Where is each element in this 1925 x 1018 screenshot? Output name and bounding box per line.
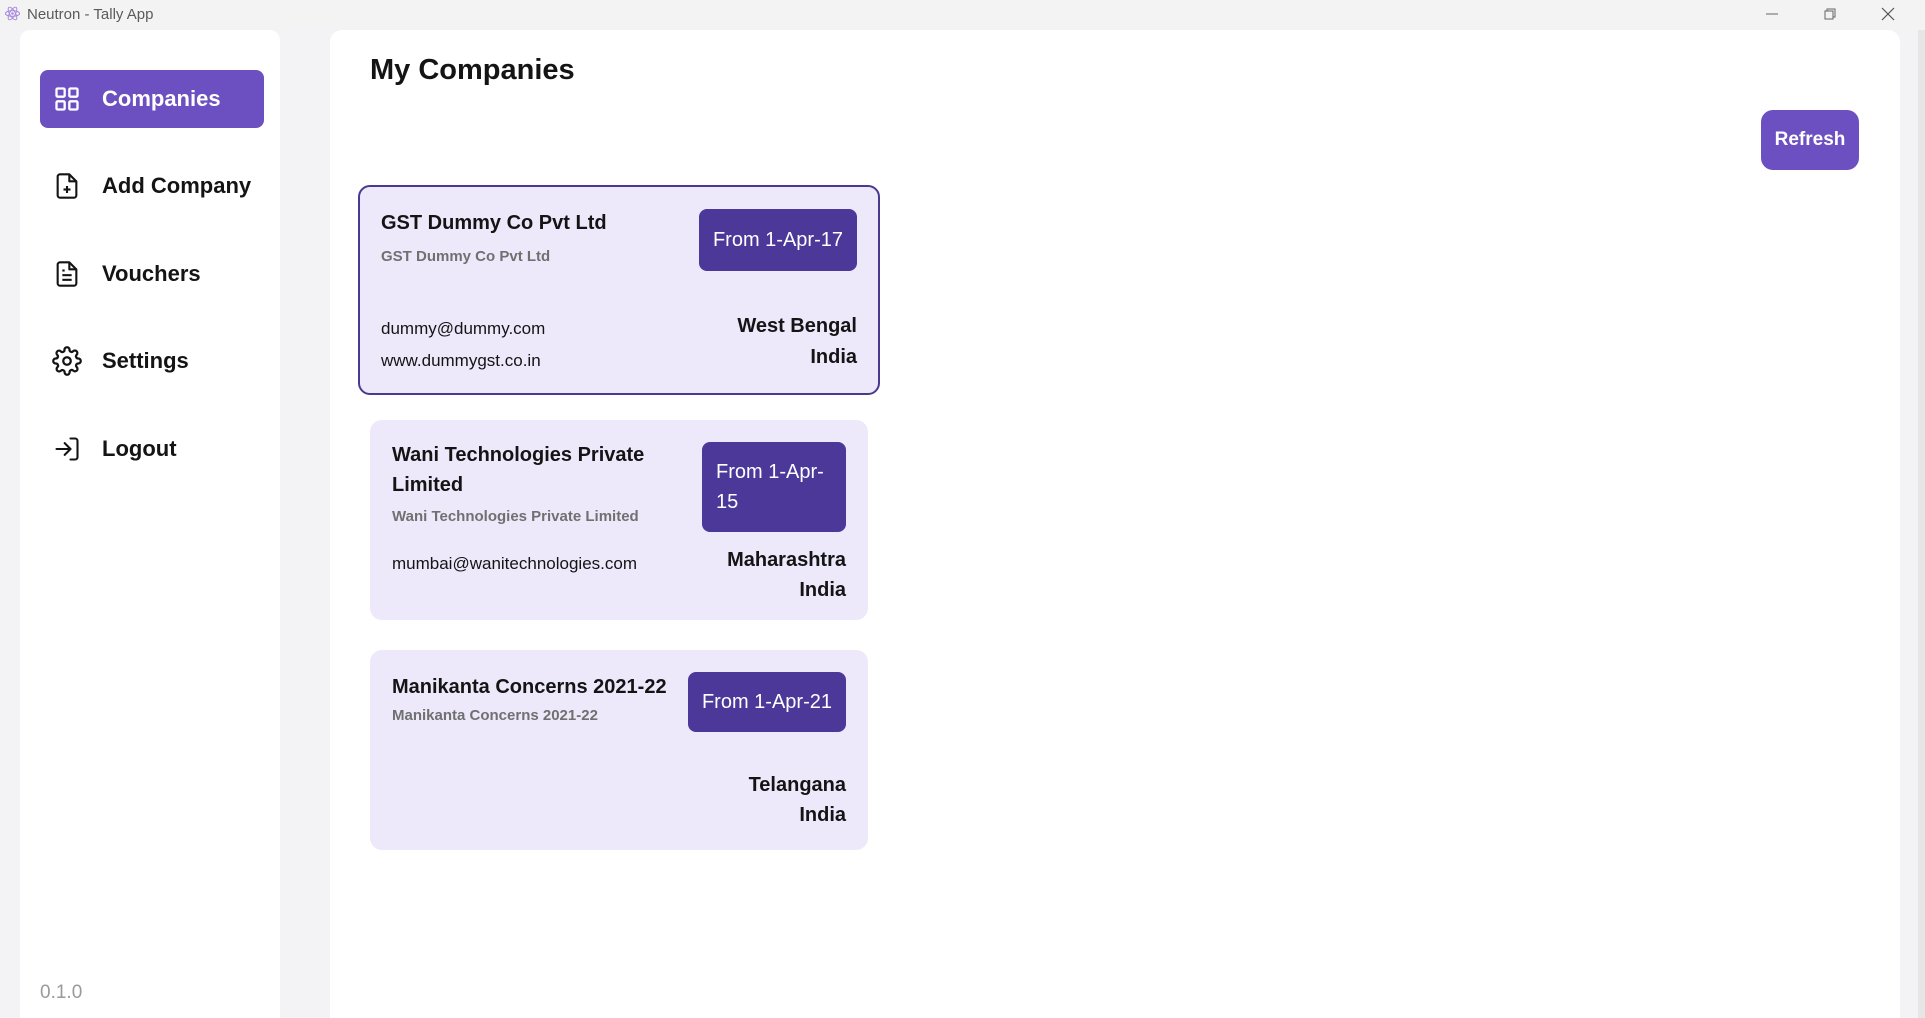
sidebar-item-add-company[interactable]: Add Company [40, 157, 264, 215]
sidebar: Companies Add Company Vouchers Settings … [20, 30, 280, 1018]
company-country: India [810, 346, 857, 368]
company-card[interactable]: Manikanta Concerns 2021-22 Manikanta Con… [370, 650, 868, 850]
company-state: Telangana [748, 774, 846, 796]
react-icon [4, 6, 21, 21]
financial-year-badge: From 1-Apr-17 [698, 209, 857, 271]
app-version: 0.1.0 [40, 982, 83, 1003]
company-subtitle: Manikanta Concerns 2021-22 [392, 707, 598, 724]
company-country: India [799, 579, 846, 601]
financial-year-badge: From 1-Apr-21 [687, 672, 846, 732]
financial-year-badge: From 1-Apr-15 [702, 442, 846, 532]
sidebar-item-settings[interactable]: Settings [40, 332, 264, 390]
sidebar-item-label: Settings [102, 348, 189, 373]
file-text-icon [52, 259, 82, 289]
sidebar-item-label: Add Company [102, 173, 252, 198]
company-name: GST Dummy Co Pvt Ltd [381, 212, 607, 234]
maximize-button[interactable] [1802, 0, 1858, 28]
sidebar-item-logout[interactable]: Logout [40, 420, 264, 478]
company-name: Manikanta Concerns 2021-22 [392, 676, 667, 698]
sidebar-item-label: Logout [102, 436, 177, 461]
company-email: dummy@dummy.com [381, 319, 546, 338]
company-website: www.dummygst.co.in [381, 351, 541, 370]
company-state: Maharashtra [727, 549, 846, 571]
company-country: India [799, 804, 846, 826]
scrollbar[interactable] [1918, 30, 1925, 1018]
close-button[interactable] [1860, 0, 1916, 28]
grid-icon [52, 84, 82, 114]
minimize-button[interactable] [1744, 0, 1800, 28]
company-state: West Bengal [737, 315, 857, 337]
minimize-icon [1766, 13, 1778, 15]
file-plus-icon [52, 171, 82, 201]
logout-icon [52, 434, 82, 464]
refresh-button[interactable]: Refresh [1761, 110, 1859, 170]
company-subtitle: Wani Technologies Private Limited [392, 508, 639, 525]
main-panel: My Companies Refresh GST Dummy Co Pvt Lt… [330, 30, 1900, 1018]
company-card[interactable]: Wani Technologies Private Limited Wani T… [370, 420, 868, 620]
title-bar: Neutron - Tally App [0, 0, 1925, 28]
sidebar-item-companies[interactable]: Companies [40, 70, 264, 128]
company-name: Wani Technologies Private Limited [392, 444, 645, 496]
window-title: Neutron - Tally App [27, 6, 154, 23]
sidebar-item-vouchers[interactable]: Vouchers [40, 245, 264, 303]
company-email: mumbai@wanitechnologies.com [392, 554, 637, 573]
company-subtitle: GST Dummy Co Pvt Ltd [381, 248, 551, 265]
maximize-icon [1824, 8, 1836, 20]
company-card[interactable]: GST Dummy Co Pvt Ltd GST Dummy Co Pvt Lt… [358, 185, 880, 395]
close-icon [1881, 7, 1895, 21]
gear-icon [52, 346, 82, 376]
sidebar-item-label: Vouchers [102, 261, 201, 286]
page-title: My Companies [370, 54, 575, 86]
sidebar-item-label: Companies [102, 86, 221, 111]
